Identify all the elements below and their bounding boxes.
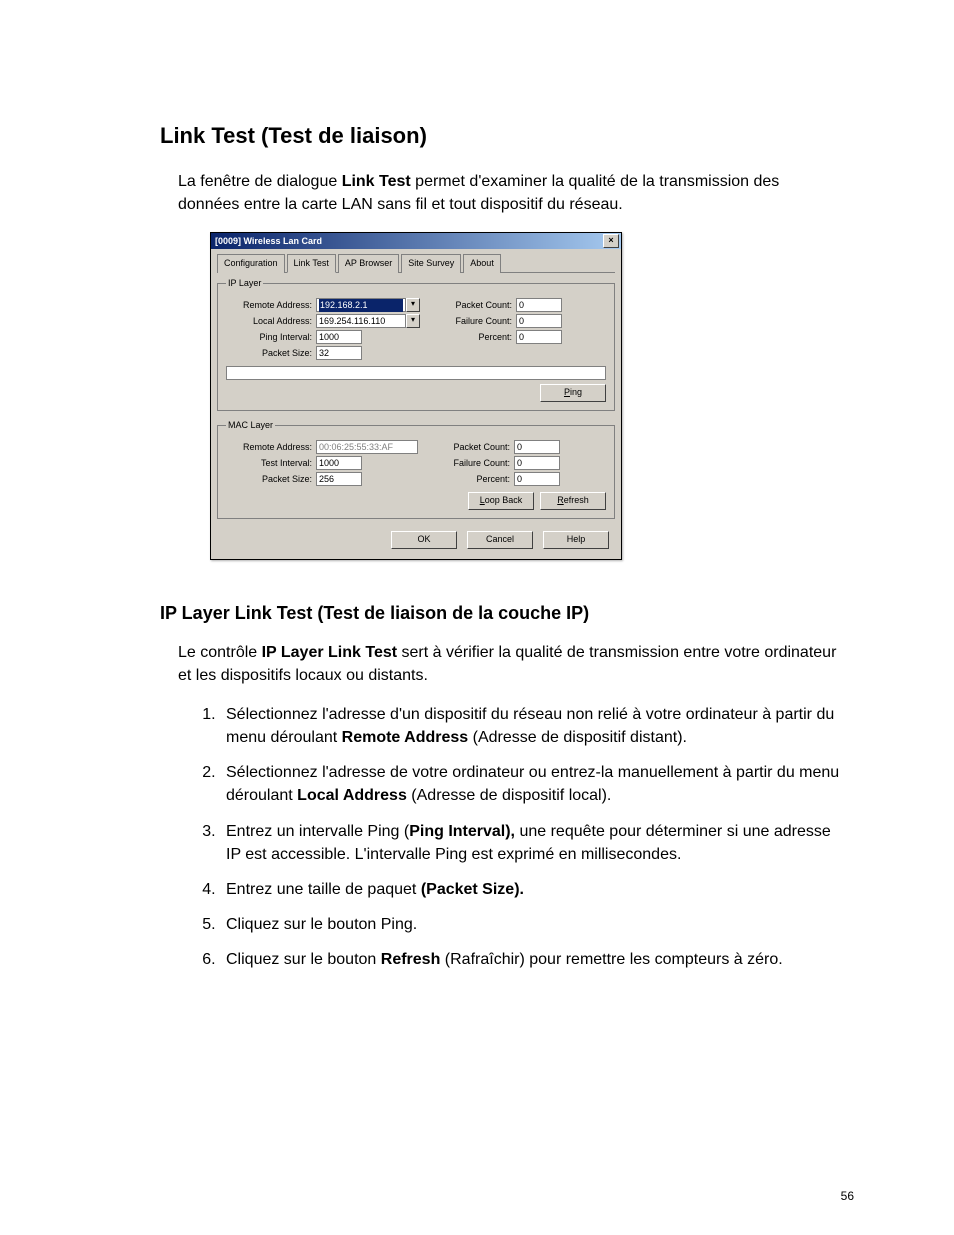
mac-packet-count-label: Packet Count: — [436, 441, 514, 454]
remote-address-value: 192.168.2.1 — [319, 299, 403, 312]
step6-b: Refresh — [381, 951, 441, 968]
dialog-title: [0009] Wireless Lan Card — [215, 235, 322, 248]
ip-layer-group: IP Layer Remote Address: 192.168.2.1 ▾ L… — [217, 277, 615, 411]
cancel-button[interactable]: Cancel — [467, 531, 533, 549]
ping-button[interactable]: Ping — [540, 384, 606, 402]
loopback-button[interactable]: Loop Back — [468, 492, 534, 510]
tabs-row: Configuration Link Test AP Browser Site … — [217, 253, 615, 273]
mac-layer-legend: MAC Layer — [226, 419, 275, 432]
close-icon[interactable]: × — [603, 234, 619, 248]
tab-ap-browser[interactable]: AP Browser — [338, 254, 399, 273]
ping-interval-label: Ping Interval: — [226, 331, 316, 344]
list-item: Sélectionnez l'adresse d'un dispositif d… — [220, 703, 844, 749]
page-title: Link Test (Test de liaison) — [160, 120, 844, 152]
mac-remote-address-input[interactable]: 00:06:25:55:33:AF — [316, 440, 418, 454]
step6-a: Cliquez sur le bouton — [226, 951, 381, 968]
mac-failure-count-value: 0 — [514, 456, 560, 470]
list-item: Entrez une taille de paquet (Packet Size… — [220, 878, 844, 901]
step6-c: (Rafraîchir) pour remettre les compteurs… — [440, 951, 782, 968]
mac-packet-size-label: Packet Size: — [226, 473, 316, 486]
mac-percent-value: 0 — [514, 472, 560, 486]
ping-interval-input[interactable]: 1000 — [316, 330, 362, 344]
ip-intro-a: Le contrôle — [178, 644, 262, 661]
percent-label: Percent: — [438, 331, 516, 344]
local-address-label: Local Address: — [226, 315, 316, 328]
ip-layer-legend: IP Layer — [226, 277, 263, 290]
remote-address-combo[interactable]: 192.168.2.1 ▾ — [316, 298, 420, 312]
intro-paragraph: La fenêtre de dialogue Link Test permet … — [178, 170, 844, 216]
step4-a: Entrez une taille de paquet — [226, 881, 421, 898]
ip-intro-b: IP Layer Link Test — [262, 644, 397, 661]
chevron-down-icon[interactable]: ▾ — [406, 298, 420, 312]
mac-percent-label: Percent: — [436, 473, 514, 486]
test-interval-label: Test Interval: — [226, 457, 316, 470]
ok-button[interactable]: OK — [391, 531, 457, 549]
refresh-button[interactable]: Refresh — [540, 492, 606, 510]
link-test-dialog: [0009] Wireless Lan Card × Configuration… — [210, 232, 622, 560]
mac-packet-size-input[interactable]: 256 — [316, 472, 362, 486]
section-heading-ip-layer: IP Layer Link Test (Test de liaison de l… — [160, 600, 844, 626]
step2-c: (Adresse de dispositif local). — [407, 787, 612, 804]
tab-link-test[interactable]: Link Test — [287, 254, 336, 273]
mac-packet-count-value: 0 — [514, 440, 560, 454]
steps-list: Sélectionnez l'adresse d'un dispositif d… — [220, 703, 844, 972]
step2-b: Local Address — [297, 787, 407, 804]
packet-size-input[interactable]: 32 — [316, 346, 362, 360]
packet-size-label: Packet Size: — [226, 347, 316, 360]
step1-b: Remote Address — [342, 729, 469, 746]
packet-count-value: 0 — [516, 298, 562, 312]
mac-failure-count-label: Failure Count: — [436, 457, 514, 470]
failure-count-label: Failure Count: — [438, 315, 516, 328]
mac-remote-address-label: Remote Address: — [226, 441, 316, 454]
tab-site-survey[interactable]: Site Survey — [401, 254, 461, 273]
intro-bold: Link Test — [342, 173, 411, 190]
local-address-value: 169.254.116.110 — [316, 314, 406, 328]
step5: Cliquez sur le bouton Ping. — [226, 916, 417, 933]
step4-b: (Packet Size). — [421, 881, 524, 898]
tab-about[interactable]: About — [463, 254, 501, 273]
packet-count-label: Packet Count: — [438, 299, 516, 312]
test-interval-input[interactable]: 1000 — [316, 456, 362, 470]
percent-value: 0 — [516, 330, 562, 344]
ip-progress-bar — [226, 366, 606, 380]
intro-text-a: La fenêtre de dialogue — [178, 173, 342, 190]
tab-configuration[interactable]: Configuration — [217, 254, 285, 273]
help-button[interactable]: Help — [543, 531, 609, 549]
step3-a: Entrez un intervalle Ping ( — [226, 823, 409, 840]
list-item: Sélectionnez l'adresse de votre ordinate… — [220, 761, 844, 807]
local-address-combo[interactable]: 169.254.116.110 ▾ — [316, 314, 420, 328]
step1-c: (Adresse de dispositif distant). — [468, 729, 687, 746]
mac-layer-group: MAC Layer Remote Address: 00:06:25:55:33… — [217, 419, 615, 519]
remote-address-label: Remote Address: — [226, 299, 316, 312]
failure-count-value: 0 — [516, 314, 562, 328]
ip-intro-paragraph: Le contrôle IP Layer Link Test sert à vé… — [178, 641, 844, 687]
page-number: 56 — [841, 1188, 854, 1205]
list-item: Cliquez sur le bouton Ping. — [220, 913, 844, 936]
list-item: Entrez un intervalle Ping (Ping Interval… — [220, 820, 844, 866]
dialog-titlebar: [0009] Wireless Lan Card × — [211, 233, 621, 249]
chevron-down-icon[interactable]: ▾ — [406, 314, 420, 328]
list-item: Cliquez sur le bouton Refresh (Rafraîchi… — [220, 948, 844, 971]
step3-b: Ping Interval), — [409, 823, 515, 840]
